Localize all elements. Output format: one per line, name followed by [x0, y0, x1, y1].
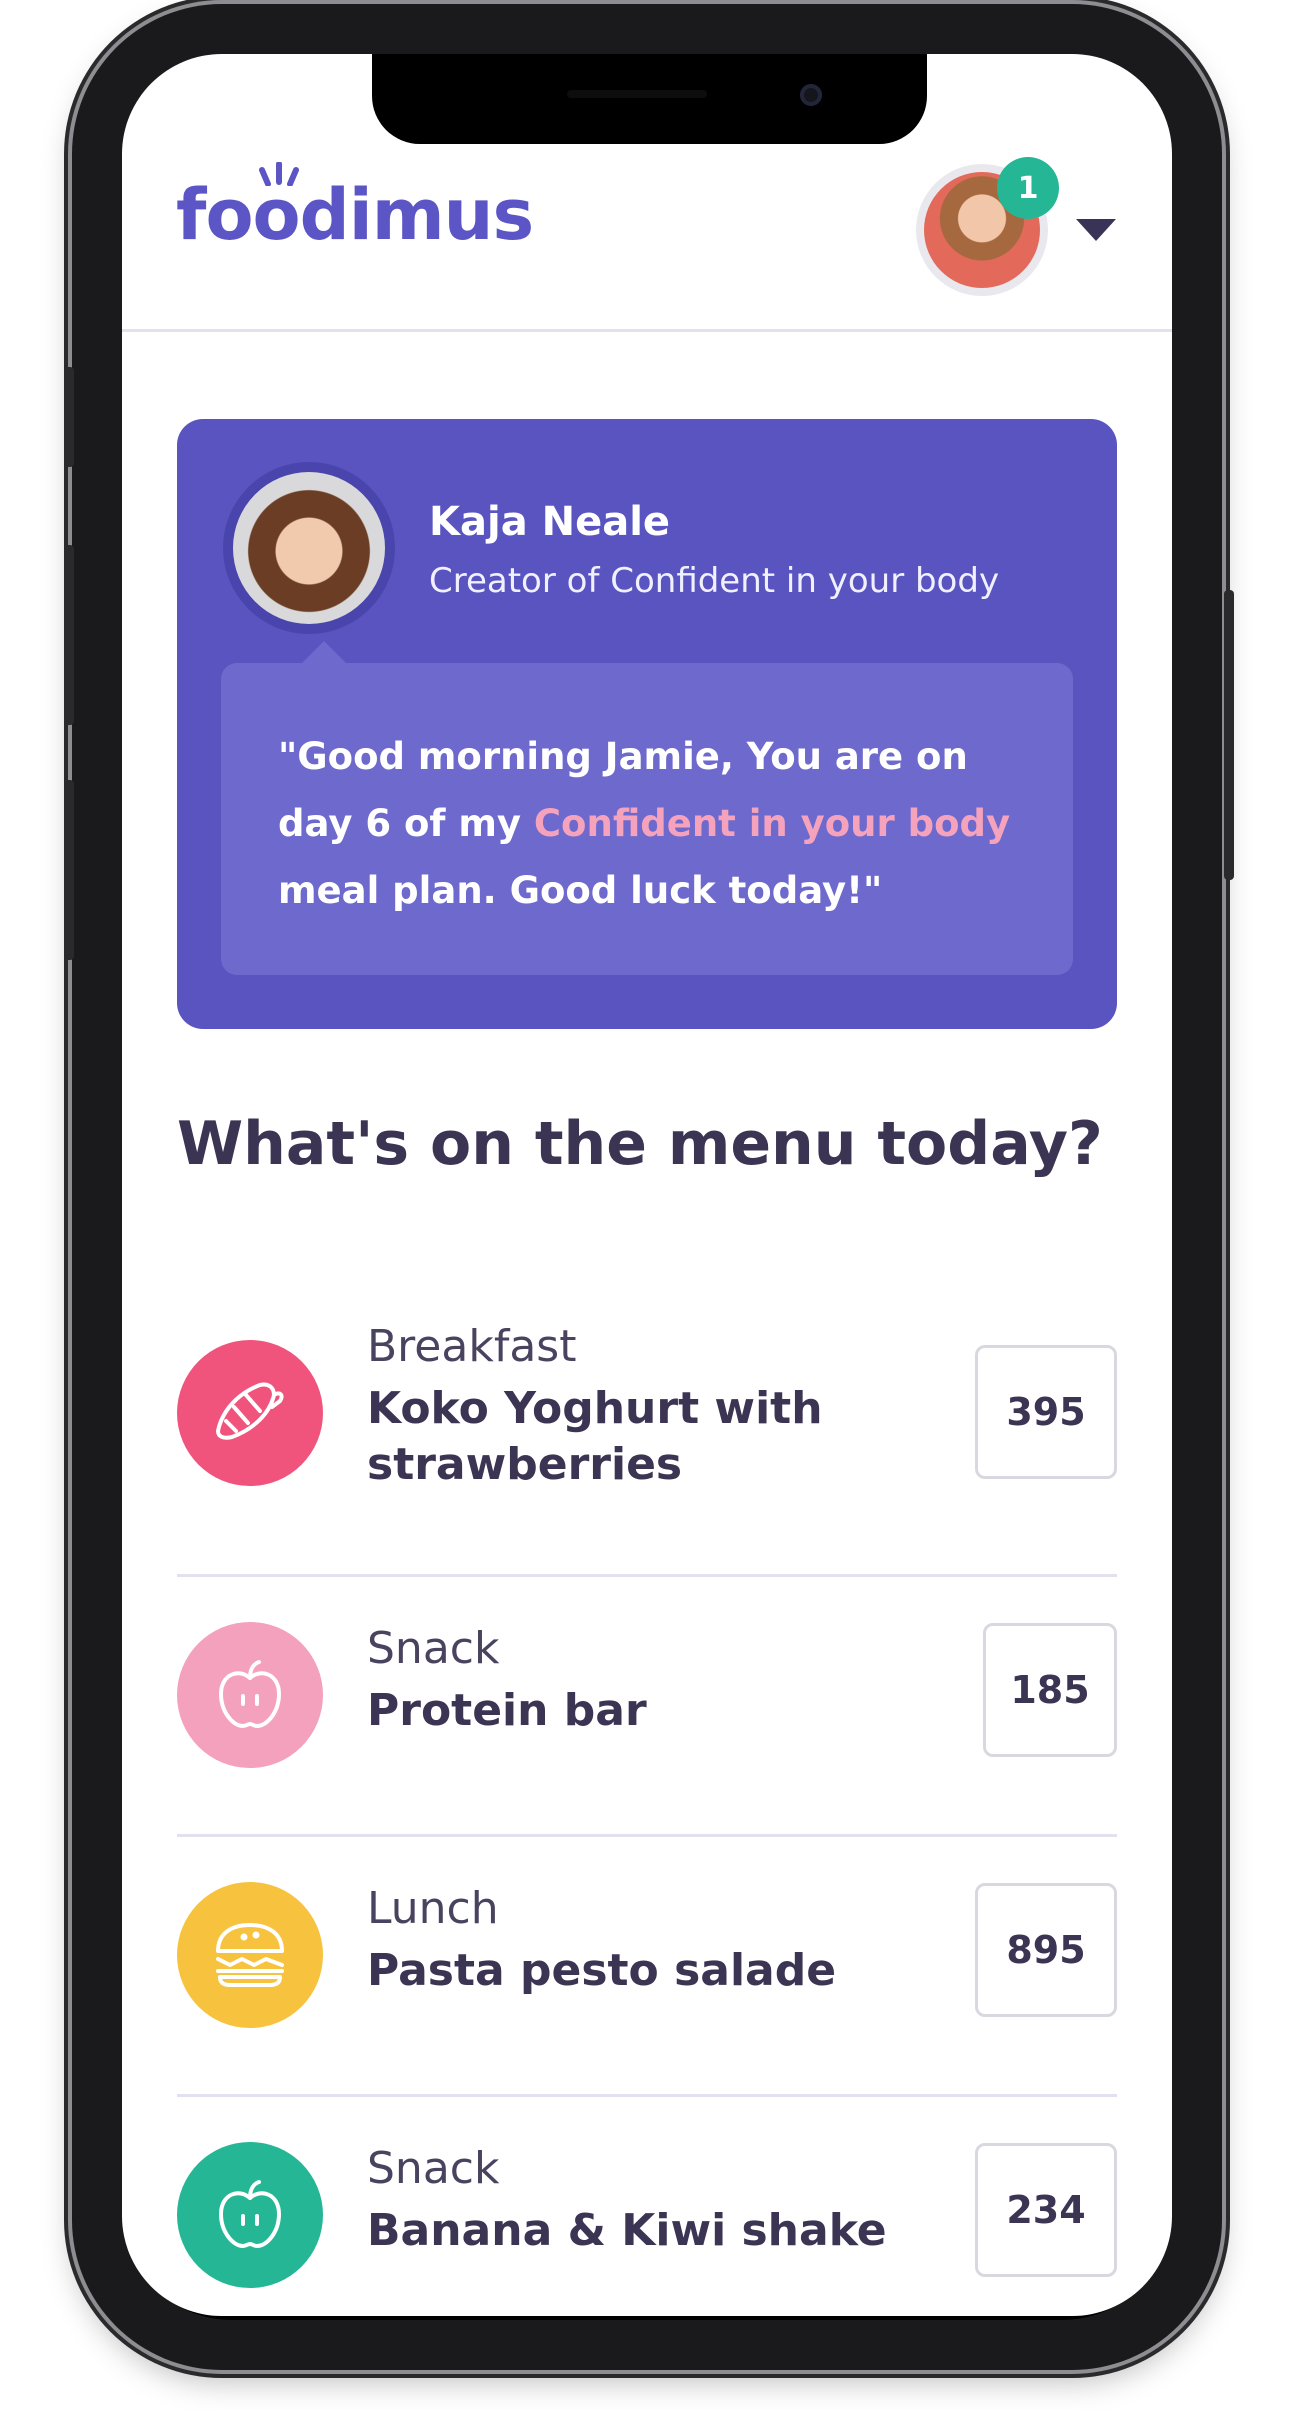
meal-name: Protein bar — [367, 1685, 647, 1736]
coach-quote: "Good morning Jamie, You are on day 6 of… — [221, 663, 1073, 975]
calorie-count: 895 — [975, 1883, 1117, 2017]
meal-name: Pasta pesto salade — [367, 1945, 837, 1996]
quote-text-end: meal plan. Good luck today!" — [278, 869, 883, 912]
coach-message-card: Kaja Neale Creator of Confident in your … — [177, 419, 1117, 1029]
logo-sun-rays-icon — [259, 162, 299, 186]
camera-icon — [800, 84, 822, 106]
meal-item-snack-2[interactable]: Snack Banana & Kiwi shake 234 — [177, 2097, 1117, 2316]
calorie-count: 395 — [975, 1345, 1117, 1479]
calorie-count: 234 — [975, 2143, 1117, 2277]
phone-notch — [372, 54, 927, 144]
coach-quote-text: "Good morning Jamie, You are on day 6 of… — [278, 723, 1038, 924]
meal-plan-name[interactable]: Confident in your body — [534, 802, 1010, 845]
quote-pointer — [302, 641, 346, 663]
foodimus-logo[interactable]: foodimus — [176, 174, 534, 256]
meal-type-label: Breakfast — [367, 1321, 577, 1372]
meal-name: Koko Yoghurt with strawberries — [367, 1383, 823, 1490]
meal-icon-circle — [177, 1882, 323, 2028]
app-screen: foodimus 1 Kaja Neale Creator of Confide… — [122, 54, 1172, 2316]
meal-type-label: Lunch — [367, 1883, 499, 1934]
meal-icon-circle — [177, 2142, 323, 2288]
apple-icon — [219, 1660, 281, 1728]
meal-type-label: Snack — [367, 2143, 500, 2194]
meal-type-label: Snack — [367, 1623, 500, 1674]
meal-icon-circle — [177, 1622, 323, 1768]
phone-side-button — [64, 545, 74, 725]
meal-item-snack[interactable]: Snack Protein bar 185 — [177, 1577, 1117, 1837]
meal-item-breakfast[interactable]: Breakfast Koko Yoghurt with strawberries… — [177, 1281, 1117, 1577]
notification-badge[interactable]: 1 — [997, 157, 1059, 219]
coach-role: Creator of Confident in your body — [429, 561, 1000, 601]
phone-side-button — [1224, 590, 1234, 880]
calorie-count: 185 — [983, 1623, 1117, 1757]
apple-icon — [219, 2180, 281, 2248]
coach-name: Kaja Neale — [429, 499, 671, 545]
chevron-down-icon[interactable] — [1076, 219, 1116, 241]
coach-avatar-photo — [233, 472, 385, 624]
burger-icon — [216, 1923, 284, 1987]
croissant-icon — [216, 1382, 284, 1440]
meal-name: Banana & Kiwi shake — [367, 2205, 887, 2256]
meal-icon-circle — [177, 1340, 323, 1486]
phone-side-button — [64, 367, 74, 467]
coach-avatar — [223, 462, 395, 634]
meal-item-lunch[interactable]: Lunch Pasta pesto salade 895 — [177, 1837, 1117, 2097]
menu-heading: What's on the menu today? — [177, 1109, 1103, 1179]
phone-side-button — [64, 780, 74, 960]
speaker-grille — [567, 90, 707, 98]
